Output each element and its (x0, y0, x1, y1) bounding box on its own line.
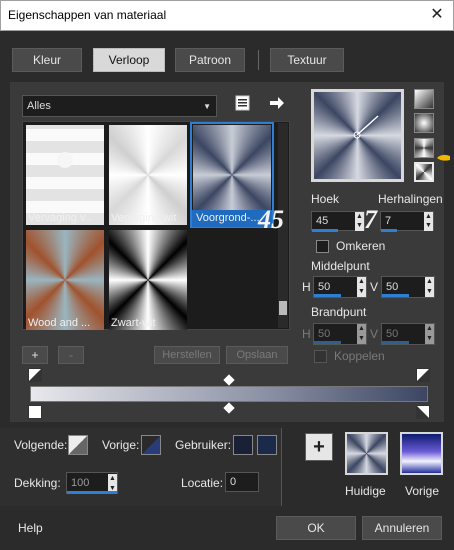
tab-divider (258, 50, 259, 70)
prev-color-label: Vorige: (102, 438, 140, 452)
top-stop-left[interactable] (28, 368, 42, 382)
overlay-angle-number: 45 (258, 205, 284, 234)
arrow-right-icon[interactable] (268, 95, 286, 111)
user-color-label: Gebruiker: (175, 438, 232, 452)
opacity-bar (67, 491, 117, 494)
previous-material-swatch[interactable] (400, 432, 443, 475)
top-stop-right[interactable] (416, 368, 430, 382)
reset-button[interactable]: Herstellen (154, 346, 220, 364)
gradient-preview[interactable] (314, 92, 401, 179)
gradient-preview-frame (311, 89, 404, 182)
link-checkbox[interactable] (314, 350, 327, 363)
center-h-bar (314, 294, 341, 297)
user-color-swatch-2[interactable] (257, 435, 277, 455)
user-color-swatch-1[interactable] (233, 435, 253, 455)
center-label: Middelpunt (311, 259, 370, 273)
opacity-label: Dekking: (14, 476, 61, 490)
window-title: Eigenschappen van materiaal (8, 8, 167, 22)
thumb-caption: Vervaging v... (28, 212, 94, 224)
angle-bar (312, 229, 338, 232)
section-divider (281, 428, 282, 506)
repeats-label: Herhalingen (378, 192, 443, 206)
angle-label: Hoek (311, 192, 340, 206)
tab-kleur[interactable]: Kleur (12, 48, 82, 72)
bottom-stop-left[interactable] (28, 405, 42, 419)
thumb-caption: Wood and ... (28, 317, 91, 329)
tab-textuur[interactable]: Textuur (270, 48, 344, 72)
center-v-bar (382, 294, 409, 297)
bottom-stop-right[interactable] (416, 405, 430, 419)
center-h-up[interactable]: ▲ (357, 277, 366, 287)
repeats-down[interactable]: ▼ (424, 221, 433, 231)
focus-v-up[interactable]: ▲ (425, 324, 434, 334)
list-view-icon[interactable] (234, 94, 252, 112)
next-color-label: Volgende: (14, 438, 68, 452)
focus-h-up[interactable]: ▲ (357, 324, 366, 334)
chevron-down-icon: ▼ (203, 101, 211, 111)
link-label: Koppelen (334, 349, 385, 363)
focus-h-bar (314, 341, 341, 344)
tab-patroon[interactable]: Patroon (175, 48, 245, 72)
prev-color-swatch[interactable] (141, 435, 161, 455)
focus-v-bar (382, 341, 409, 344)
opacity-up[interactable]: ▲ (108, 474, 117, 484)
radial-type-button[interactable] (414, 162, 434, 182)
remove-gradient-button[interactable]: - (58, 346, 84, 364)
center-h-down[interactable]: ▼ (357, 287, 366, 297)
gradient-editor-bar[interactable] (30, 386, 428, 402)
help-link[interactable]: Help (18, 521, 43, 535)
thumb-caption: Vervaging wit (111, 212, 177, 224)
focus-v-label: V (370, 327, 379, 341)
ok-button[interactable]: OK (276, 516, 356, 540)
cancel-button[interactable]: Annuleren (362, 516, 442, 540)
center-v-down[interactable]: ▼ (425, 287, 434, 297)
focus-v-down[interactable]: ▼ (425, 334, 434, 344)
center-v-label: V (370, 280, 379, 294)
thumb-caption: Zwart-wit (111, 317, 156, 329)
close-button[interactable]: ✕ (424, 3, 450, 27)
linear-type-button[interactable] (414, 89, 434, 109)
tab-verloop[interactable]: Verloop (93, 48, 165, 72)
center-h-label: H (302, 280, 311, 294)
rectangular-type-button[interactable] (414, 113, 434, 133)
category-value: Alles (27, 100, 51, 112)
invert-label: Omkeren (336, 239, 386, 253)
save-button[interactable]: Opslaan (226, 346, 288, 364)
plus-icon[interactable]: + (305, 433, 333, 461)
pointer-hand-icon (436, 150, 452, 166)
overlay-repeats-number: 7 (364, 205, 377, 234)
gradient-thumb[interactable] (109, 125, 187, 225)
focus-label: Brandpunt (311, 305, 367, 319)
sunburst-type-button[interactable] (414, 138, 434, 158)
previous-label: Vorige (405, 484, 440, 498)
category-dropdown[interactable]: Alles ▼ (22, 95, 217, 117)
current-label: Huidige (345, 484, 386, 498)
angle-down[interactable]: ▼ (355, 221, 364, 231)
location-input[interactable]: 0 (225, 472, 259, 492)
gradient-thumb[interactable] (26, 230, 104, 330)
invert-checkbox[interactable] (316, 240, 329, 253)
location-label: Locatie: (181, 476, 224, 490)
gradient-thumb[interactable] (109, 230, 187, 330)
current-material-swatch[interactable] (345, 432, 388, 475)
focus-h-down[interactable]: ▼ (357, 334, 366, 344)
add-gradient-button[interactable]: + (22, 346, 48, 364)
center-v-up[interactable]: ▲ (425, 277, 434, 287)
gradient-thumb[interactable] (26, 125, 104, 225)
next-color-swatch[interactable] (68, 435, 88, 455)
focus-h-label: H (302, 327, 311, 341)
gallery-scroll-thumb[interactable] (279, 301, 287, 315)
repeats-bar (381, 229, 397, 232)
